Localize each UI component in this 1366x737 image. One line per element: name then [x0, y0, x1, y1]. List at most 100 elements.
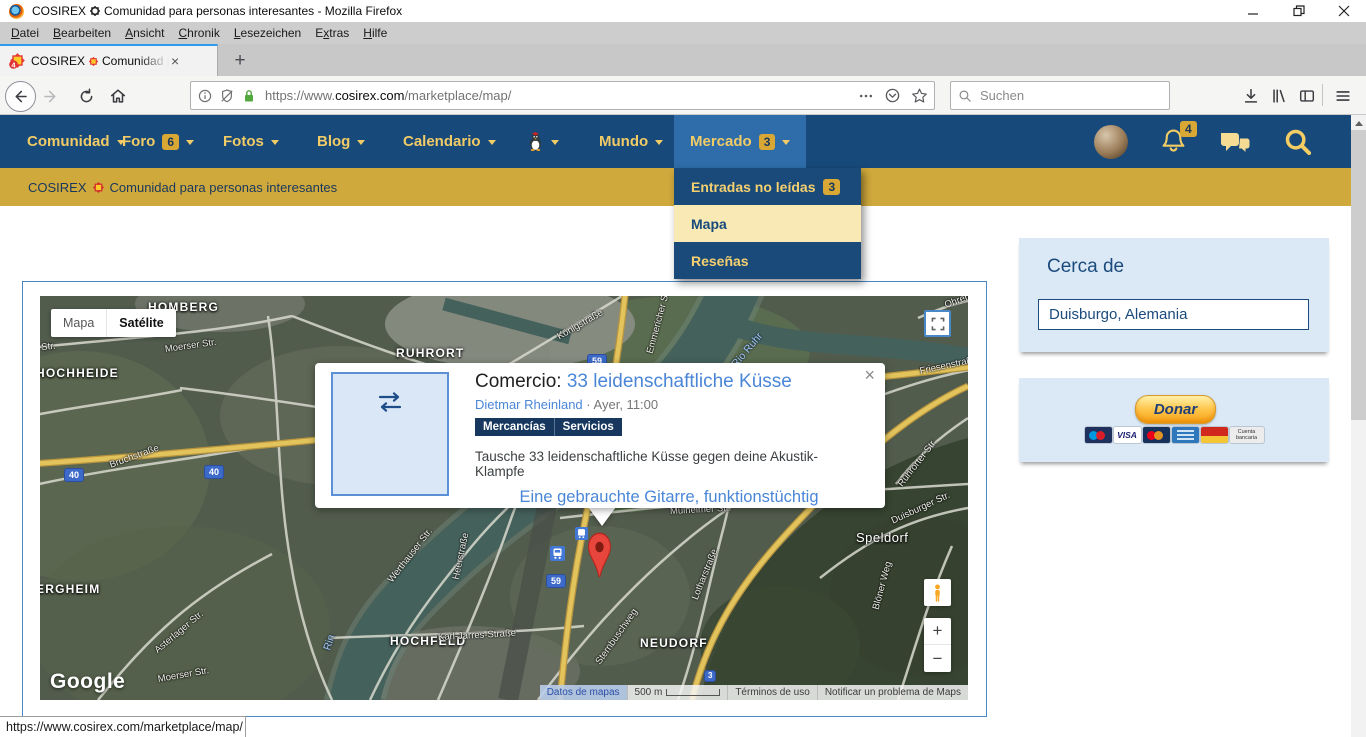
sidebar-toggle-button[interactable]: [1296, 86, 1318, 106]
scrollbar-up-arrow[interactable]: [1355, 121, 1363, 126]
nav-penguin[interactable]: [527, 115, 559, 168]
mercado-dropdown: Entradas no leídas3 Mapa Reseñas: [674, 168, 861, 279]
status-url: https://www.cosirex.com/marketplace/map/: [6, 720, 243, 734]
url-bar[interactable]: https://www.cosirex.com/marketplace/map/: [190, 81, 935, 110]
restore-button[interactable]: [1276, 0, 1321, 22]
scrollbar-thumb[interactable]: [1351, 130, 1366, 420]
nav-mercado[interactable]: Mercado3: [674, 115, 806, 168]
menu-bearbeiten[interactable]: Bearbeiten: [46, 24, 118, 42]
lock-icon[interactable]: [241, 88, 257, 104]
notification-badge: 4: [1180, 121, 1197, 137]
chevron-down-icon: [551, 140, 559, 145]
zoom-in-button[interactable]: +: [924, 618, 951, 645]
new-tab-button[interactable]: +: [224, 46, 256, 76]
pocket-icon[interactable]: [884, 87, 901, 104]
messages-button[interactable]: [1219, 130, 1251, 161]
zoom-out-button[interactable]: −: [924, 645, 951, 672]
highway-shield: 40: [64, 468, 84, 482]
url-text: https://www.cosirex.com/marketplace/map/: [265, 88, 511, 103]
bank-card-icon: [1201, 427, 1228, 443]
zoom-control: + −: [924, 618, 951, 672]
nav-calendario[interactable]: Calendario: [403, 115, 496, 168]
tab-title: COSIREX Comunidad para p: [31, 54, 169, 68]
sidebar-icon: [1298, 87, 1316, 105]
nav-mundo[interactable]: Mundo: [599, 115, 663, 168]
chevron-down-icon: [488, 140, 496, 145]
download-button[interactable]: [1240, 86, 1262, 106]
asterisk-icon: [90, 6, 100, 16]
nav-fotos[interactable]: Fotos: [223, 115, 279, 168]
home-icon: [109, 87, 127, 105]
terms-link[interactable]: Términos de uso: [727, 685, 816, 700]
map-marker-pin[interactable]: [587, 532, 612, 579]
listing-image-placeholder[interactable]: [331, 372, 449, 496]
map-data-link[interactable]: Datos de mapas: [540, 685, 627, 700]
menu-datei[interactable]: Datei: [4, 24, 46, 42]
map-label: ERGHEIM: [40, 582, 100, 596]
tab-close-icon[interactable]: ×: [171, 53, 179, 69]
map-attribution: Datos de mapas 500 m Términos de uso Not…: [540, 685, 968, 700]
firefox-icon: [9, 4, 24, 19]
library-icon: [1270, 87, 1288, 105]
menu-chronik[interactable]: Chronik: [171, 24, 226, 42]
menu-extras[interactable]: Extras: [308, 24, 356, 42]
search-input[interactable]: [978, 87, 1142, 104]
street-view-pegman[interactable]: [924, 579, 951, 606]
location-input[interactable]: [1038, 299, 1309, 330]
map-canvas[interactable]: HOMBERG RUHRORT HOCHHEIDE ERGHEIM HOCHFE…: [40, 296, 968, 700]
menu-hilfe[interactable]: Hilfe: [356, 24, 394, 42]
nav-comunidad[interactable]: Comunidad: [27, 115, 125, 168]
dropdown-item-entradas[interactable]: Entradas no leídas3: [674, 168, 861, 205]
dropdown-item-mapa[interactable]: Mapa: [674, 205, 861, 242]
nav-blog[interactable]: Blog: [317, 115, 365, 168]
visa-icon: VISA: [1114, 427, 1141, 443]
listing-title-link[interactable]: 33 leidenschaftliche Küsse: [567, 371, 792, 392]
maestro-icon: [1085, 427, 1112, 443]
chevron-down-icon: [782, 140, 790, 145]
back-button[interactable]: [5, 81, 36, 112]
close-button[interactable]: [1321, 0, 1366, 22]
fullscreen-button[interactable]: [924, 310, 951, 337]
menu-ansicht[interactable]: Ansicht: [118, 24, 171, 42]
chevron-down-icon: [271, 140, 279, 145]
tab-cosirex[interactable]: 4 COSIREX Comunidad para p ×: [0, 44, 218, 76]
near-panel-title: Cerca de: [1047, 256, 1124, 278]
menu-lesezeichen[interactable]: Lesezeichen: [227, 24, 308, 42]
tag-servicios[interactable]: Servicios: [554, 418, 622, 436]
forward-button[interactable]: [40, 86, 60, 106]
map-type-map-button[interactable]: Mapa: [51, 309, 107, 337]
minimize-button[interactable]: [1231, 0, 1276, 22]
mercado-badge: 3: [759, 134, 776, 150]
mastercard-icon: [1143, 427, 1170, 443]
title-bar: COSIREX Comunidad para personas interesa…: [0, 0, 1366, 23]
report-problem-link[interactable]: Notificar un problema de Maps: [817, 685, 968, 700]
site-search-button[interactable]: [1284, 128, 1312, 161]
avatar[interactable]: [1094, 125, 1128, 159]
offer-link[interactable]: Eine gebrauchte Gitarre, funktionstüchti…: [519, 488, 818, 506]
donate-button[interactable]: Donar: [1135, 395, 1216, 424]
reload-button[interactable]: [76, 86, 96, 106]
map-label: Speldorf: [856, 530, 908, 545]
page-info-icon[interactable]: [197, 88, 213, 104]
map-scale: 500 m: [627, 685, 728, 700]
search-bar[interactable]: [950, 81, 1170, 110]
hamburger-menu-button[interactable]: [1332, 86, 1354, 106]
nav-foro[interactable]: Foro6: [122, 115, 194, 168]
home-button[interactable]: [108, 86, 128, 106]
google-logo[interactable]: Google: [50, 670, 125, 694]
train-station-icon[interactable]: [550, 546, 565, 561]
tab-bar: 4 COSIREX Comunidad para p × +: [0, 44, 1366, 76]
map-type-control: Mapa Satélite: [51, 309, 176, 337]
page-actions-icon[interactable]: [858, 88, 874, 104]
library-button[interactable]: [1268, 86, 1290, 106]
tag-mercancias[interactable]: Mercancías: [475, 418, 554, 436]
bookmark-star-icon[interactable]: [911, 87, 928, 104]
author-link[interactable]: Dietmar Rheinland: [475, 397, 583, 412]
dropdown-item-resenas[interactable]: Reseñas: [674, 242, 861, 279]
map-type-satellite-button[interactable]: Satélite: [107, 309, 175, 337]
tracking-shield-icon[interactable]: [219, 88, 235, 104]
penguin-icon: [527, 132, 544, 151]
popup-close-icon[interactable]: ×: [864, 366, 875, 384]
listing-offer: Eine gebrauchte Gitarre, funktionstüchti…: [475, 488, 863, 507]
favicon-burst-icon: 4: [9, 53, 25, 69]
